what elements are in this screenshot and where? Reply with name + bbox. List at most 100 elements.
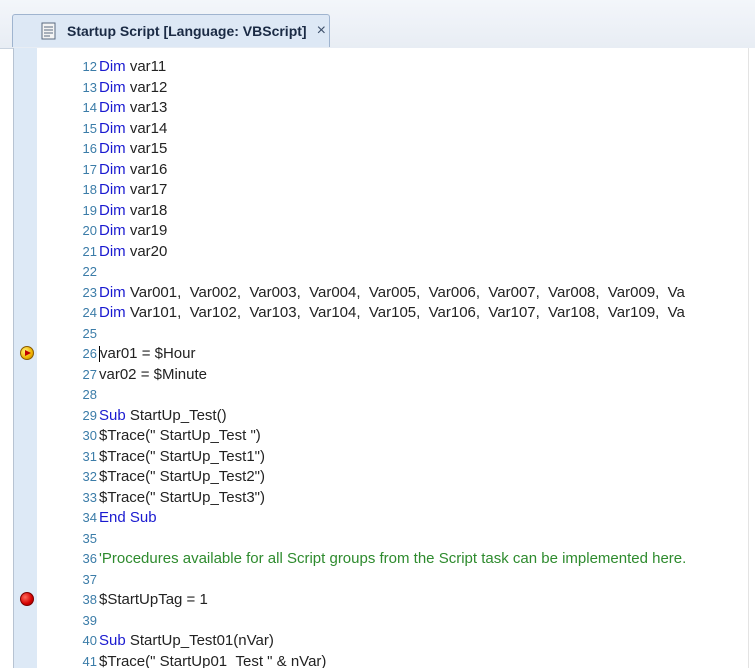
code-line[interactable]: 31 $Trace(" StartUp_Test1") (14, 447, 749, 468)
code-line[interactable]: 24 Dim Var101, Var102, Var103, Var104, Va… (14, 303, 749, 324)
code-text[interactable]: Dim var19 (99, 221, 749, 242)
line-number: 16 (82, 141, 97, 156)
code-line[interactable]: 35 (14, 529, 749, 550)
line-number: 41 (82, 653, 97, 668)
script-editor-window: Startup Script [Language: VBScript] × 12… (0, 0, 755, 668)
keyword-token: Dim (99, 78, 126, 96)
breakpoint-icon[interactable] (20, 592, 34, 606)
line-number: 17 (82, 161, 97, 177)
code-text[interactable]: $Trace(" StartUp_Test2") (99, 467, 749, 488)
keyword-token: Sub (99, 406, 126, 424)
code-line[interactable]: 41 $Trace(" StartUp01_Test " & nVar) (14, 652, 749, 668)
code-text[interactable]: $Trace(" StartUp_Test1") (99, 447, 749, 468)
code-token: var17 (125, 181, 168, 198)
code-token: var02 = $Minute (99, 365, 207, 383)
code-text[interactable]: Dim var14 (99, 119, 749, 140)
code-text[interactable]: Dim var17 (99, 180, 749, 201)
code-line[interactable]: 18 Dim var17 (14, 180, 749, 201)
comment-token: 'Procedures available for all Script gro… (99, 550, 687, 567)
code-text[interactable]: $StartUpTag = 1 (99, 590, 749, 611)
line-number: 21 (82, 243, 97, 259)
code-token: StartUp_Test01(nVar) (125, 632, 274, 649)
code-token: $Trace(" StartUp_Test1") (99, 447, 265, 465)
current-line-breakpoint-icon[interactable] (20, 346, 34, 360)
keyword-token: Dim (99, 140, 126, 157)
code-line[interactable]: 17 Dim var16 (14, 160, 749, 181)
code-line[interactable]: 29 Sub StartUp_Test() (14, 406, 749, 427)
code-text[interactable]: End Sub (99, 508, 749, 529)
code-line[interactable]: 40 Sub StartUp_Test01(nVar) (14, 631, 749, 652)
code-token: $Trace(" StartUp01_Test " & nVar) (99, 652, 327, 668)
code-token: $Trace(" StartUp_Test2") (99, 468, 265, 485)
line-number: 35 (82, 530, 97, 546)
line-number: 18 (82, 182, 97, 197)
code-text[interactable]: Dim var13 (99, 98, 749, 119)
keyword-token: Sub (99, 632, 126, 649)
code-text[interactable]: Dim var12 (99, 78, 749, 99)
code-text[interactable]: 'Procedures available for all Script gro… (99, 549, 749, 570)
code-text[interactable]: Dim Var001, Var002, Var003, Var004, Var0… (99, 283, 749, 304)
code-text[interactable]: Dim var20 (99, 242, 749, 263)
code-token: $Trace(" StartUp_Test3") (99, 488, 265, 506)
line-number: 36 (82, 551, 97, 566)
code-line[interactable]: 16 Dim var15 (14, 139, 749, 160)
code-token: var11 (125, 58, 167, 75)
code-text[interactable]: Sub StartUp_Test01(nVar) (99, 631, 749, 652)
keyword-token: Dim (99, 201, 126, 219)
code-line[interactable]: 15 Dim var14 (14, 119, 749, 140)
line-number: 34 (82, 510, 97, 525)
code-line[interactable]: 13 Dim var12 (14, 78, 749, 99)
code-line[interactable]: 19 Dim var18 (14, 201, 749, 222)
code-line[interactable]: 25 (14, 324, 749, 345)
line-number: 39 (82, 612, 97, 628)
line-number: 25 (82, 325, 97, 341)
code-line[interactable]: 14 Dim var13 (14, 98, 749, 119)
code-line[interactable]: 21 Dim var20 (14, 242, 749, 263)
line-number: 28 (82, 387, 97, 402)
code-line[interactable]: 12 Dim var11 (14, 57, 749, 78)
code-text[interactable]: $Trace(" StartUp_Test ") (99, 426, 749, 447)
code-line[interactable]: 23 Dim Var001, Var002, Var003, Var004, Va… (14, 283, 749, 304)
document-tab-strip: Startup Script [Language: VBScript] × (0, 0, 755, 49)
code-text[interactable]: var01 = $Hour (99, 344, 749, 365)
keyword-token: Dim (99, 58, 126, 75)
code-token: var18 (125, 201, 168, 219)
code-text[interactable]: $Trace(" StartUp_Test3") (99, 488, 749, 509)
line-number: 38 (82, 592, 97, 607)
code-line[interactable]: 34 End Sub (14, 508, 749, 529)
code-line[interactable]: 20 Dim var19 (14, 221, 749, 242)
script-document-icon (39, 21, 59, 41)
code-line[interactable]: 22 (14, 262, 749, 283)
code-line[interactable]: 33 $Trace(" StartUp_Test3") (14, 488, 749, 509)
code-line[interactable]: 28 (14, 385, 749, 406)
code-line[interactable]: 27 var02 = $Minute (14, 365, 749, 386)
code-text[interactable]: Dim var18 (99, 201, 749, 222)
keyword-token: Dim (99, 222, 126, 239)
code-text[interactable]: Dim Var101, Var102, Var103, Var104, Var1… (99, 303, 749, 324)
code-line[interactable]: 39 (14, 611, 749, 632)
line-number: 32 (82, 469, 97, 484)
code-line[interactable]: 30 $Trace(" StartUp_Test ") (14, 426, 749, 447)
code-line[interactable]: 36 'Procedures available for all Script g… (14, 549, 749, 570)
code-text[interactable]: Sub StartUp_Test() (99, 406, 749, 427)
keyword-token: Dim (99, 99, 126, 116)
code-text[interactable]: Dim var15 (99, 139, 749, 160)
code-line[interactable]: 38 $StartUpTag = 1 (14, 590, 749, 611)
code-token: var13 (125, 99, 168, 116)
code-text[interactable]: $Trace(" StartUp01_Test " & nVar) (99, 652, 749, 668)
line-number: 37 (82, 571, 97, 587)
code-token: Var101, Var102, Var103, Var104, Var105, … (125, 304, 685, 321)
code-line[interactable]: 32 $Trace(" StartUp_Test2") (14, 467, 749, 488)
code-token: $Trace(" StartUp_Test ") (99, 427, 261, 444)
code-text[interactable]: Dim var11 (99, 57, 749, 78)
close-icon[interactable]: × (317, 23, 326, 39)
line-number: 23 (82, 284, 97, 300)
code-editor[interactable]: 12 Dim var11 13 Dim var12 14 Dim var13 15 Dim v… (13, 48, 749, 668)
code-token: $StartUpTag = 1 (99, 591, 208, 608)
line-number: 33 (82, 489, 97, 505)
code-line[interactable]: 37 (14, 570, 749, 591)
code-text[interactable]: Dim var16 (99, 160, 749, 181)
code-line[interactable]: 26 var01 = $Hour (14, 344, 749, 365)
code-text[interactable]: var02 = $Minute (99, 365, 749, 386)
tab-startup-script[interactable]: Startup Script [Language: VBScript] × (12, 14, 330, 47)
